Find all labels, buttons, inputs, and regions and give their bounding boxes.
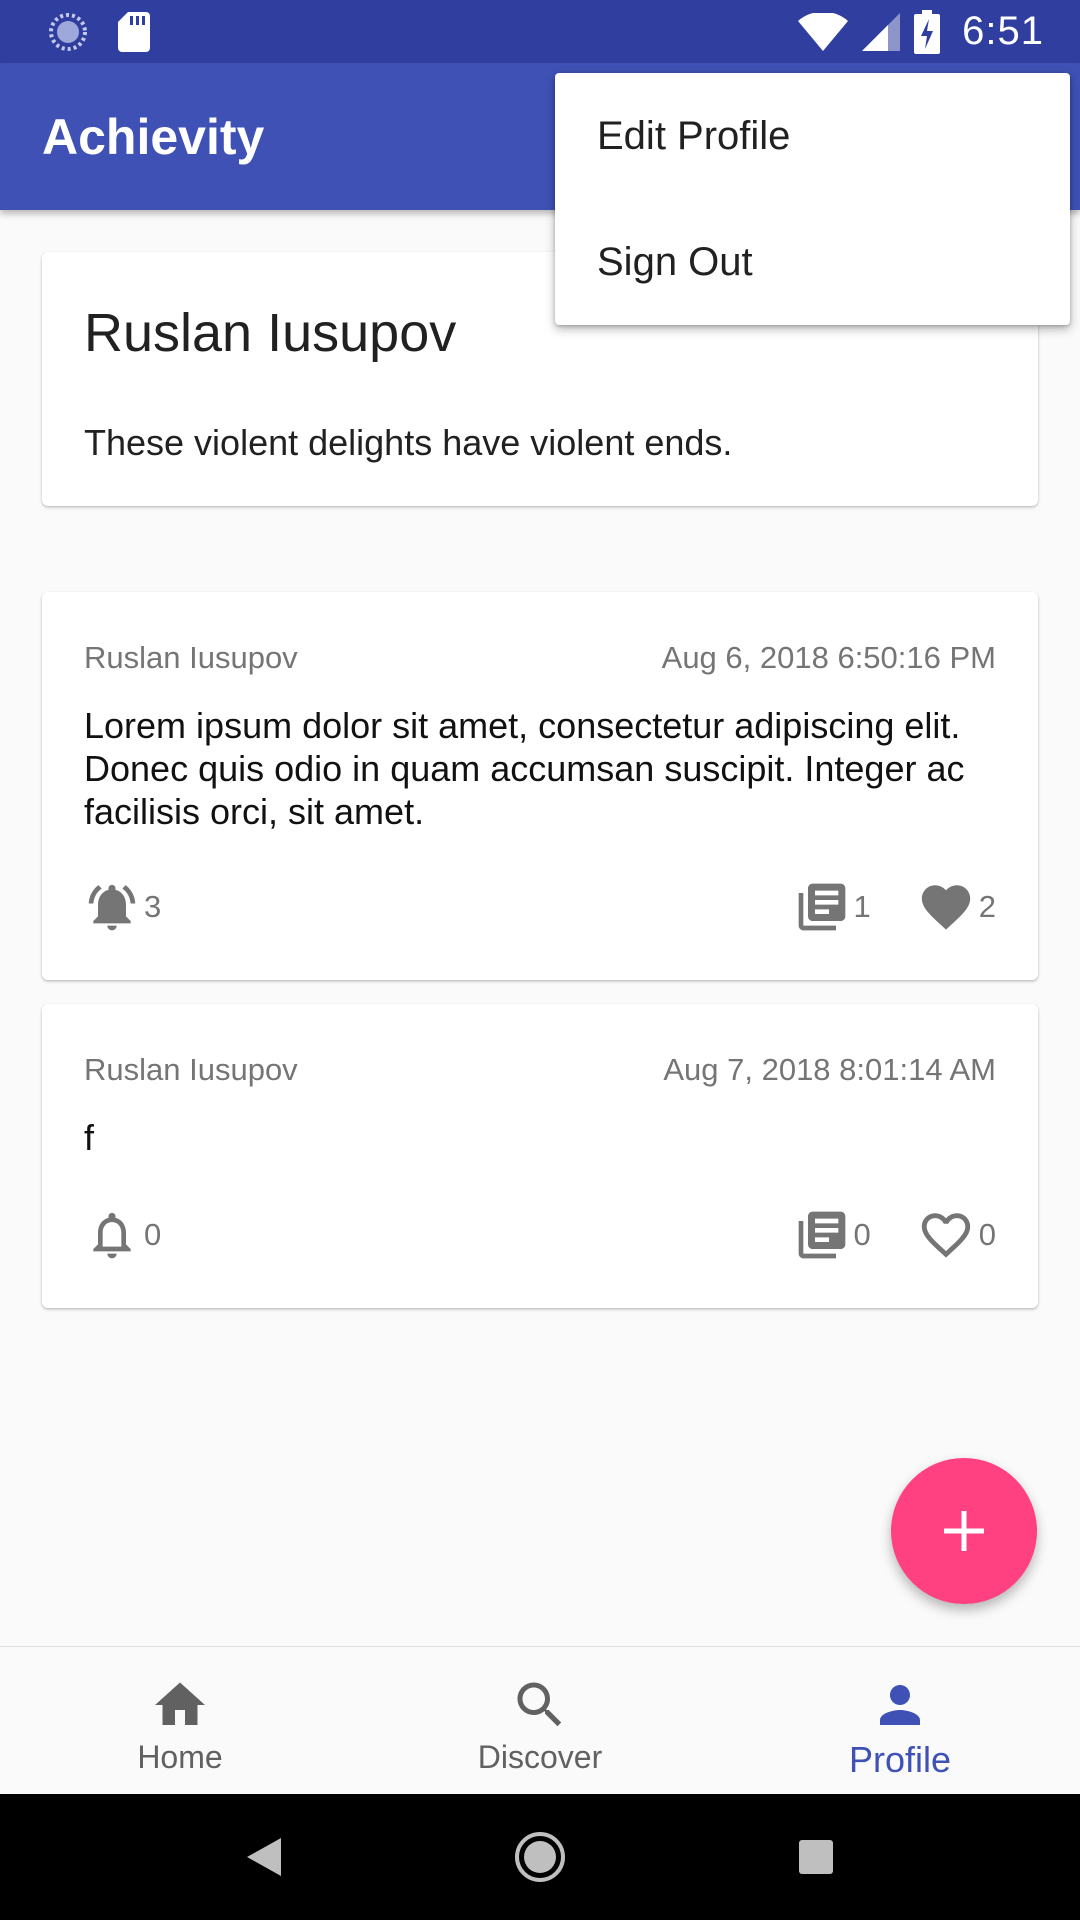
menu-item-edit-profile[interactable]: Edit Profile [555,73,1070,199]
home-icon [150,1675,210,1735]
bottom-navigation: Home Discover Profile [0,1646,1080,1794]
heart-outline-icon [917,1206,975,1264]
status-bar: 6:51 [0,0,1080,63]
likes-count: 0 [978,1217,996,1252]
post-body: f [84,1117,95,1158]
comments-button[interactable]: 1 [794,879,871,935]
post-card[interactable]: Ruslan Iusupov Aug 7, 2018 8:01:14 AM f … [42,1004,1038,1308]
profile-bio: These violent delights have violent ends… [84,422,733,463]
nav-item-profile[interactable]: Profile [720,1647,1080,1794]
like-button[interactable]: 0 [917,1206,996,1264]
notifications-button[interactable]: 3 [84,879,161,935]
nav-label: Discover [477,1739,603,1775]
library-books-icon [794,879,850,935]
comments-count: 0 [853,1217,871,1252]
app-title: Achievity [42,108,265,165]
like-button[interactable]: 2 [917,878,996,936]
library-books-icon [794,1207,850,1263]
sd-card-icon [118,11,150,52]
post-author: Ruslan Iusupov [84,640,298,675]
status-time: 6:51 [962,9,1044,53]
post-timestamp: Aug 7, 2018 8:01:14 AM [663,1052,996,1087]
notifications-count: 0 [144,1217,162,1252]
signal-icon [862,12,901,51]
heart-filled-icon [917,878,975,936]
nav-item-discover[interactable]: Discover [360,1647,720,1794]
notifications-count: 3 [144,889,162,924]
wifi-icon [798,12,849,51]
recents-icon[interactable] [799,1840,834,1874]
person-icon [870,1675,930,1735]
battery-charging-icon [914,9,941,54]
bell-ringing-icon [84,879,140,935]
comments-button[interactable]: 0 [794,1207,871,1263]
bell-outline-icon [84,1207,140,1263]
comments-count: 1 [853,889,871,924]
plus-icon [942,1509,986,1553]
loading-icon [48,12,88,52]
home-circle-icon[interactable] [514,1831,566,1883]
add-post-button[interactable] [891,1458,1037,1604]
post-timestamp: Aug 6, 2018 6:50:16 PM [661,640,996,675]
post-body: Lorem ipsum dolor sit amet, consectetur … [84,705,965,832]
nav-label: Profile [848,1739,952,1780]
likes-count: 2 [978,889,996,924]
nav-label: Home [137,1739,223,1775]
back-icon[interactable] [246,1838,281,1876]
post-author: Ruslan Iusupov [84,1052,298,1087]
system-navigation-bar [0,1794,1080,1920]
search-icon [510,1675,570,1735]
nav-item-home[interactable]: Home [0,1647,360,1794]
notifications-button[interactable]: 0 [84,1207,161,1263]
post-card[interactable]: Ruslan Iusupov Aug 6, 2018 6:50:16 PM Lo… [42,592,1038,980]
overflow-menu: Edit Profile Sign Out [555,73,1070,325]
menu-item-sign-out[interactable]: Sign Out [555,199,1070,325]
